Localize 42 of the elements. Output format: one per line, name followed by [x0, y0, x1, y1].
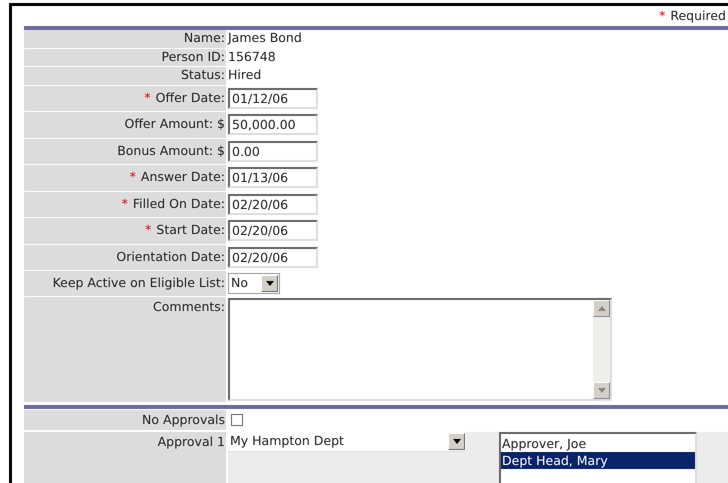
field-label: Comments:	[153, 298, 225, 316]
field-label: Status:	[180, 66, 225, 84]
input-field[interactable]: 01/13/06	[228, 167, 318, 188]
field-label: Name:	[184, 29, 225, 48]
field-label: Approval 1	[158, 433, 225, 451]
dropdown[interactable]: No	[228, 273, 280, 294]
field-label: Offer Amount: $	[124, 115, 225, 134]
scroll-down-icon	[598, 388, 606, 393]
input-field[interactable]: 50,000.00	[228, 114, 318, 136]
list-item[interactable]: Approver, Joe	[501, 435, 695, 452]
field-value: Hired	[228, 66, 262, 84]
input-field[interactable]: 02/20/06	[228, 194, 318, 215]
dropdown-arrow-icon	[452, 439, 460, 444]
field-label: Offer Date:	[156, 88, 225, 107]
scrollbar[interactable]	[593, 300, 610, 399]
input-field[interactable]: 01/12/06	[228, 88, 318, 109]
checkbox[interactable]	[231, 414, 243, 426]
input-field[interactable]: 02/20/06	[228, 246, 318, 268]
dropdown[interactable]: My Hampton Dept	[228, 432, 466, 452]
field-value: James Bond	[228, 29, 302, 48]
input-field[interactable]: 0.00	[228, 140, 318, 162]
input-field[interactable]: 02/20/06	[228, 220, 318, 242]
required-asterisk: *	[122, 194, 128, 213]
field-label: Filled On Date:	[132, 194, 225, 213]
required-asterisk: *	[145, 221, 152, 240]
field-label: Keep Active on Eligible List:	[52, 274, 225, 292]
list-item[interactable]: Dept Head, Mary	[501, 452, 695, 469]
dropdown-arrow-icon	[266, 281, 274, 286]
field-label: Start Date:	[156, 221, 225, 240]
field-label: Person ID:	[161, 48, 225, 66]
field-label: Orientation Date:	[116, 248, 225, 266]
field-value: 156748	[228, 48, 276, 66]
text-area[interactable]	[228, 298, 612, 401]
field-label: Answer Date:	[140, 168, 225, 186]
scroll-up-icon	[598, 306, 606, 311]
field-label: No Approvals	[142, 410, 225, 429]
required-asterisk: *	[659, 6, 666, 25]
list-box[interactable]: Approver, Joe Dept Head, Mary	[499, 432, 697, 483]
required-asterisk: *	[130, 168, 136, 186]
field-label: Bonus Amount: $	[117, 142, 225, 160]
required-asterisk: *	[144, 88, 151, 107]
required-legend: Required	[670, 6, 726, 26]
